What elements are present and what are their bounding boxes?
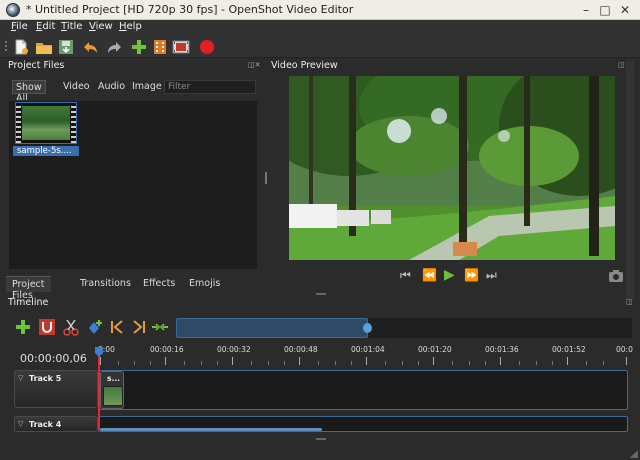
minimize-button[interactable]: – [578, 2, 594, 18]
main-toolbar [0, 36, 640, 58]
toolbar-grip-icon [5, 41, 7, 51]
track-name: Track 4 [29, 420, 62, 429]
zoom-range[interactable] [176, 318, 368, 338]
tab-project-files[interactable]: Project Files [6, 276, 51, 301]
ruler-label: 00:01:04 [351, 345, 385, 354]
menu-view[interactable]: View [89, 21, 113, 32]
track-lane[interactable] [98, 370, 628, 410]
tab-transitions[interactable]: Transitions [74, 276, 137, 292]
ruler-label: 00:00:48 [284, 345, 318, 354]
window-title: * Untitled Project [HD 720p 30 fps] - Op… [26, 3, 354, 16]
collapse-icon[interactable]: ▽ [18, 374, 23, 382]
record-icon[interactable] [198, 38, 216, 56]
file-name: sample-5s.... [13, 146, 79, 156]
timeline-zoom-slider[interactable] [176, 318, 632, 338]
camera-icon[interactable] [608, 269, 624, 283]
timeline-splitter[interactable] [316, 438, 326, 440]
next-marker-icon[interactable] [130, 318, 148, 336]
video-preview-header: Video Preview [271, 60, 338, 71]
project-files-dock-buttons[interactable]: ◫✕ [248, 61, 260, 69]
menu-bar: File Edit Title View Help [0, 20, 640, 36]
track-header[interactable]: ▽ Track 4 [14, 416, 98, 432]
menu-file[interactable]: File [11, 21, 28, 32]
filter-video[interactable]: Video [60, 80, 93, 94]
playhead-line [98, 348, 100, 430]
park-scene-image [289, 76, 615, 260]
undo-icon[interactable] [82, 38, 100, 56]
panel-splitter[interactable] [265, 172, 267, 184]
ruler-label: 00:00:16 [150, 345, 184, 354]
openshot-logo-icon [6, 3, 20, 17]
resize-grip[interactable] [630, 450, 638, 458]
track-header[interactable]: ▽ Track 5 [14, 370, 98, 408]
tab-effects[interactable]: Effects [137, 276, 182, 292]
file-item[interactable]: sample-5s.... [11, 102, 81, 158]
fast-forward-icon[interactable]: ⏩ [464, 268, 479, 282]
zoom-handle[interactable] [363, 323, 372, 333]
timeline-header: Timeline [8, 297, 49, 308]
add-marker-icon[interactable] [86, 318, 104, 336]
filter-image[interactable]: Image [129, 80, 165, 94]
profile-icon[interactable] [151, 38, 169, 56]
play-icon[interactable]: ▶ [444, 267, 455, 283]
close-button[interactable]: ✕ [617, 2, 633, 18]
previous-marker-icon[interactable] [108, 318, 126, 336]
ruler-label: 00:0 [616, 345, 633, 354]
rewind-icon[interactable]: ⏪ [422, 268, 437, 282]
timeline-clip[interactable]: s... [100, 371, 124, 409]
video-preview-frame [289, 76, 615, 260]
ruler-label: 00:01:36 [485, 345, 519, 354]
ruler-label: 00:01:52 [552, 345, 586, 354]
project-files-header: Project Files [8, 60, 65, 71]
open-project-icon[interactable] [35, 38, 53, 56]
tab-emojis[interactable]: Emojis [183, 276, 227, 292]
razor-icon[interactable] [62, 318, 80, 336]
project-files-list[interactable]: sample-5s.... [8, 100, 258, 270]
clip-thumbnail [103, 386, 123, 406]
track-name: Track 5 [29, 374, 62, 383]
collapse-icon[interactable]: ▽ [18, 420, 23, 428]
menu-title[interactable]: Title [61, 21, 82, 32]
clip-label: s... [107, 374, 121, 383]
import-files-icon[interactable] [130, 38, 148, 56]
snapping-icon[interactable] [38, 318, 56, 336]
filter-show-all[interactable]: Show All [12, 80, 46, 104]
new-project-icon[interactable] [12, 38, 30, 56]
openshot-window: * Untitled Project [HD 720p 30 fps] - Op… [0, 0, 640, 460]
add-track-icon[interactable] [14, 318, 32, 336]
redo-icon[interactable] [105, 38, 123, 56]
menu-edit[interactable]: Edit [36, 21, 55, 32]
timeline-horizontal-scrollbar[interactable] [100, 428, 322, 431]
jump-start-icon[interactable]: ⏮ [400, 268, 411, 283]
title-bar: * Untitled Project [HD 720p 30 fps] - Op… [0, 0, 640, 20]
jump-end-icon[interactable]: ⏭ [486, 268, 497, 283]
maximize-button[interactable]: □ [597, 2, 613, 18]
timeline-dock-buttons[interactable]: ◫ [626, 298, 633, 306]
preview-scrollbar[interactable] [626, 60, 634, 300]
ruler-label: 00:01:20 [418, 345, 452, 354]
timeline-ruler[interactable]: 0:00 00:00:16 00:00:32 00:00:48 00:01:04… [98, 345, 633, 369]
export-video-icon[interactable] [172, 38, 190, 56]
save-project-icon[interactable] [57, 38, 75, 56]
menu-help[interactable]: Help [119, 21, 142, 32]
ruler-label: 00:00:32 [217, 345, 251, 354]
current-time: 00:00:00,06 [20, 352, 87, 365]
filter-input[interactable] [164, 80, 256, 94]
center-timeline-icon[interactable] [151, 318, 169, 336]
filter-audio[interactable]: Audio [95, 80, 128, 94]
dock-splitter[interactable] [316, 293, 326, 295]
file-thumbnail [15, 102, 77, 144]
